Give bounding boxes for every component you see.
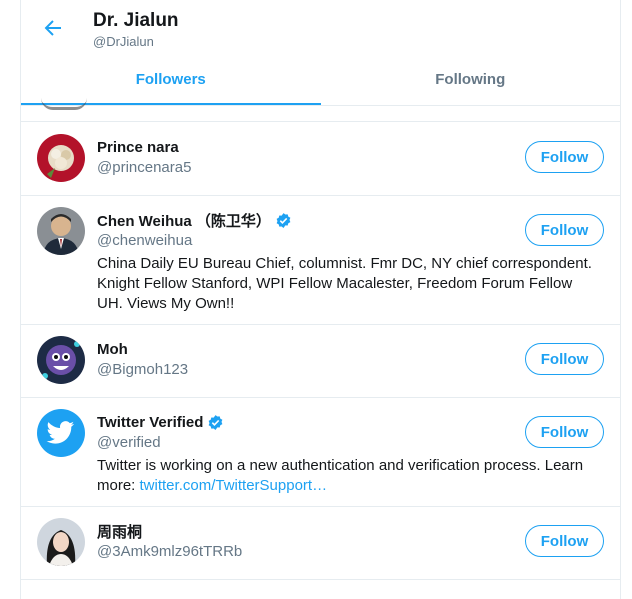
page-header: Dr. Jialun @DrJialun <box>21 0 620 60</box>
tab-bar: Followers Following <box>21 60 620 106</box>
page-title: Dr. Jialun <box>93 10 179 31</box>
list-item[interactable]: Chen Weihua （陈卫华） @chenweihua China Dail… <box>21 196 620 325</box>
followers-list: Prince nara @princenara5 Follow Chen Wei… <box>21 123 620 580</box>
page-handle: @DrJialun <box>93 34 154 49</box>
user-bio: Twitter is working on a new authenticati… <box>97 456 602 496</box>
follow-button[interactable]: Follow <box>525 214 604 246</box>
user-name[interactable]: Prince nara <box>97 139 179 156</box>
avatar <box>41 98 87 110</box>
user-name[interactable]: Twitter Verified <box>97 414 203 431</box>
user-name[interactable]: 周雨桐 <box>97 521 142 542</box>
list-item[interactable]: Moh @Bigmoh123 Follow <box>21 325 620 398</box>
follow-button[interactable]: Follow <box>525 525 604 557</box>
follow-button[interactable]: Follow <box>525 416 604 448</box>
avatar[interactable] <box>37 207 85 255</box>
user-name[interactable]: Moh <box>97 341 128 358</box>
verified-badge-icon <box>276 212 291 228</box>
avatar[interactable] <box>37 409 85 457</box>
user-name[interactable]: Chen Weihua （陈卫华） <box>97 210 271 231</box>
avatar[interactable] <box>37 134 85 182</box>
verified-badge-icon <box>209 414 223 430</box>
list-item[interactable]: 周雨桐 @3Amk9mlz96tTRRb Follow <box>21 507 620 580</box>
avatar[interactable] <box>37 336 85 384</box>
bio-link[interactable]: twitter.com/TwitterSupport… <box>140 477 328 494</box>
tab-following[interactable]: Following <box>321 60 621 105</box>
list-item <box>21 107 620 122</box>
avatar[interactable] <box>37 518 85 566</box>
list-item[interactable]: Twitter Verified @verified Twitter is wo… <box>21 398 620 507</box>
profile-panel: Dr. Jialun @DrJialun Followers Following… <box>20 0 621 599</box>
user-bio: China Daily EU Bureau Chief, columnist. … <box>97 255 592 312</box>
list-item[interactable]: Prince nara @princenara5 Follow <box>21 123 620 196</box>
follow-button[interactable]: Follow <box>525 343 604 375</box>
arrow-left-icon[interactable] <box>41 16 65 40</box>
follow-button[interactable]: Follow <box>525 141 604 173</box>
